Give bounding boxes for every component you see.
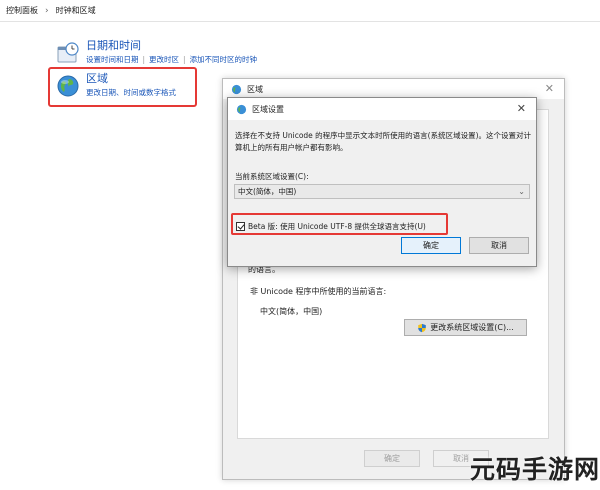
non-unicode-label-text: 非 Unicode 程序中所使用的当前语言: <box>250 287 387 296</box>
highlight-box-beta <box>231 213 448 235</box>
close-icon[interactable]: ✕ <box>517 102 526 115</box>
system-locale-value: 中文(简体，中国) <box>238 187 297 196</box>
region-ok-button[interactable]: 确定 <box>364 450 420 467</box>
highlight-box-region <box>48 67 197 107</box>
dialog-description: 选择在不支持 Unicode 的程序中显示文本时所使用的语言(系统区域设置)。这… <box>235 131 532 152</box>
clock-calendar-icon <box>57 42 79 63</box>
set-time-date-link[interactable]: 设置时间和日期 <box>86 55 139 64</box>
dialog-ok-button[interactable]: 确定 <box>401 237 461 254</box>
breadcrumb-current[interactable]: 时钟和区域 <box>56 5 96 16</box>
dialog-ok-label: 确定 <box>423 241 439 250</box>
breadcrumb-root[interactable]: 控制面板 <box>6 5 38 16</box>
chevron-down-icon: ⌄ <box>518 187 525 196</box>
dialog-title: 区域设置 <box>252 104 284 114</box>
globe-icon <box>236 104 247 114</box>
current-locale-label: 当前系统区域设置(C): <box>235 172 309 181</box>
datetime-title[interactable]: 日期和时间 <box>86 39 257 53</box>
link-divider: | <box>183 55 186 64</box>
watermark: 元码手游网 <box>470 450 600 486</box>
link-divider: | <box>142 55 146 64</box>
system-locale-select[interactable]: 中文(简体，中国) ⌄ <box>234 184 530 199</box>
close-icon[interactable]: ✕ <box>545 82 554 95</box>
change-timezone-link[interactable]: 更改时区 <box>149 55 179 64</box>
datetime-item: 日期和时间 设置时间和日期 | 更改时区 | 添加不同时区的时钟 <box>56 39 257 66</box>
region-settings-dialog: 区域设置 ✕ 选择在不支持 Unicode 的程序中显示文本时所使用的语言(系统… <box>227 97 537 267</box>
breadcrumb: 控制面板 › 时钟和区域 <box>0 0 600 22</box>
watermark-text: 元码手游网 <box>470 455 600 484</box>
add-clocks-link[interactable]: 添加不同时区的时钟 <box>190 55 258 64</box>
change-system-locale-label: 更改系统区域设置(C)... <box>430 323 514 332</box>
current-locale-value: 中文(简体，中国) <box>260 307 323 316</box>
dialog-cancel-label: 取消 <box>491 241 507 250</box>
dialog-cancel-button[interactable]: 取消 <box>469 237 529 254</box>
non-unicode-label: 非 Unicode 程序中所使用的当前语言: <box>250 286 386 297</box>
globe-icon <box>231 84 242 94</box>
chevron-right-icon: › <box>45 5 49 16</box>
uac-shield-icon <box>418 323 427 332</box>
region-ok-label: 确定 <box>384 454 400 463</box>
change-system-locale-button[interactable]: 更改系统区域设置(C)... <box>404 319 527 336</box>
region-window-title: 区域 <box>247 84 263 94</box>
region-cancel-label: 取消 <box>453 454 469 463</box>
